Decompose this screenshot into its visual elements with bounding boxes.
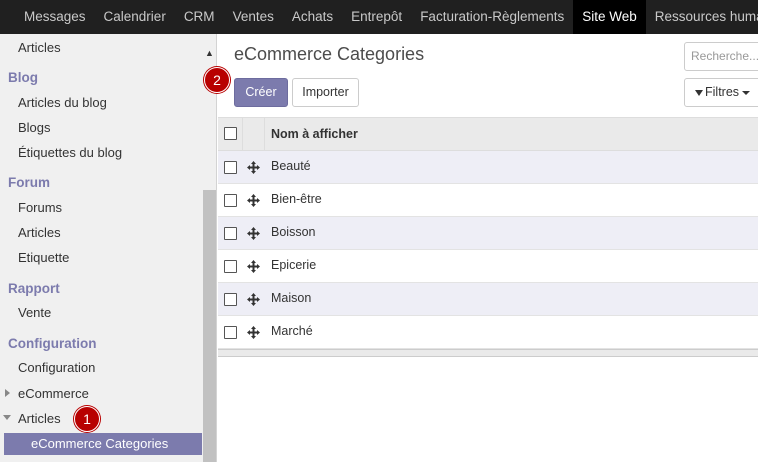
sidebar-item-configuration[interactable]: Configuration	[18, 360, 216, 375]
filters-dropdown[interactable]: Filtres	[684, 78, 758, 107]
sidebar-item-articles-du-blog[interactable]: Articles du blog	[18, 95, 216, 110]
row-name: Epicerie	[271, 258, 317, 272]
sidebar-item-articles-tree[interactable]: Articles	[18, 411, 216, 426]
table-row[interactable]: Marché	[218, 316, 758, 349]
search-input[interactable]: Recherche...	[684, 42, 758, 71]
nav-calendrier[interactable]: Calendrier	[95, 0, 175, 34]
row-name: Boisson	[271, 225, 316, 239]
create-button[interactable]: Créer	[234, 78, 288, 107]
sidebar-item-ecommerce-categories[interactable]: eCommerce Categories	[4, 433, 202, 455]
nav-entrepot[interactable]: Entrepôt	[342, 0, 411, 34]
page-title: eCommerce Categories	[234, 44, 425, 64]
sidebar-item-forums[interactable]: Forums	[18, 200, 216, 215]
drag-handle-icon[interactable]	[247, 194, 260, 207]
scroll-up-arrow-icon[interactable]: ▲	[203, 46, 216, 60]
sidebar-section-configuration: Configuration	[8, 336, 97, 351]
sidebar-item-vente[interactable]: Vente	[18, 305, 216, 320]
row-name: Maison	[271, 291, 312, 305]
nav-ventes[interactable]: Ventes	[224, 0, 283, 34]
row-checkbox[interactable]	[224, 260, 237, 273]
row-name: Marché	[271, 324, 313, 338]
row-checkbox[interactable]	[224, 326, 237, 339]
table-row[interactable]: Maison	[218, 283, 758, 316]
drag-handle-icon[interactable]	[247, 260, 260, 273]
row-name: Beauté	[271, 159, 311, 173]
caret-down-icon[interactable]	[3, 415, 11, 420]
drag-handle-icon[interactable]	[247, 161, 260, 174]
row-checkbox[interactable]	[224, 194, 237, 207]
chevron-down-icon	[742, 90, 751, 95]
nav-facturation[interactable]: Facturation-Règlements	[411, 0, 573, 34]
sidebar-item-articles-top[interactable]: Articles	[18, 40, 216, 55]
nav-ressources-humaines[interactable]: Ressources humaines	[646, 0, 758, 34]
table-footer	[218, 349, 758, 357]
sidebar-item-etiquette[interactable]: Etiquette	[18, 250, 216, 265]
sidebar-section-rapport: Rapport	[8, 281, 60, 296]
step-badge-2: 2	[204, 67, 230, 93]
main-content: eCommerce Categories Recherche... Créer …	[217, 34, 758, 462]
sidebar-item-etiquettes-du-blog[interactable]: Étiquettes du blog	[18, 145, 216, 160]
filters-label: Filtres	[705, 85, 740, 99]
drag-handle-icon[interactable]	[247, 326, 260, 339]
nav-site-web[interactable]: Site Web	[573, 0, 646, 34]
sidebar-section-blog: Blog	[8, 70, 38, 85]
column-header-name[interactable]: Nom à afficher	[271, 118, 358, 150]
nav-messages[interactable]: Messages	[14, 0, 95, 34]
sidebar-item-articles-forum[interactable]: Articles	[18, 225, 216, 240]
table-row[interactable]: Boisson	[218, 217, 758, 250]
drag-handle-icon[interactable]	[247, 293, 260, 306]
table-header: Nom à afficher	[218, 117, 758, 151]
drag-handle-icon[interactable]	[247, 227, 260, 240]
nav-crm[interactable]: CRM	[175, 0, 224, 34]
sidebar-section-forum: Forum	[8, 175, 50, 190]
step-badge-1: 1	[74, 406, 100, 432]
sidebar: Articles Blog Articles du blog Blogs Éti…	[0, 34, 217, 462]
nav-achats[interactable]: Achats	[283, 0, 342, 34]
row-checkbox[interactable]	[224, 293, 237, 306]
funnel-icon	[695, 89, 703, 96]
import-button[interactable]: Importer	[292, 78, 359, 107]
top-navbar: Messages Calendrier CRM Ventes Achats En…	[0, 0, 758, 34]
sidebar-scrollbar-thumb[interactable]	[203, 190, 216, 462]
table-row[interactable]: Beauté	[218, 151, 758, 184]
table-row[interactable]: Bien-être	[218, 184, 758, 217]
row-checkbox[interactable]	[224, 227, 237, 240]
row-name: Bien-être	[271, 192, 322, 206]
caret-right-icon[interactable]	[5, 389, 10, 397]
select-all-checkbox[interactable]	[224, 127, 237, 140]
sidebar-item-ecommerce[interactable]: eCommerce	[18, 386, 216, 401]
table-row[interactable]: Epicerie	[218, 250, 758, 283]
sidebar-item-blogs[interactable]: Blogs	[18, 120, 216, 135]
row-checkbox[interactable]	[224, 161, 237, 174]
